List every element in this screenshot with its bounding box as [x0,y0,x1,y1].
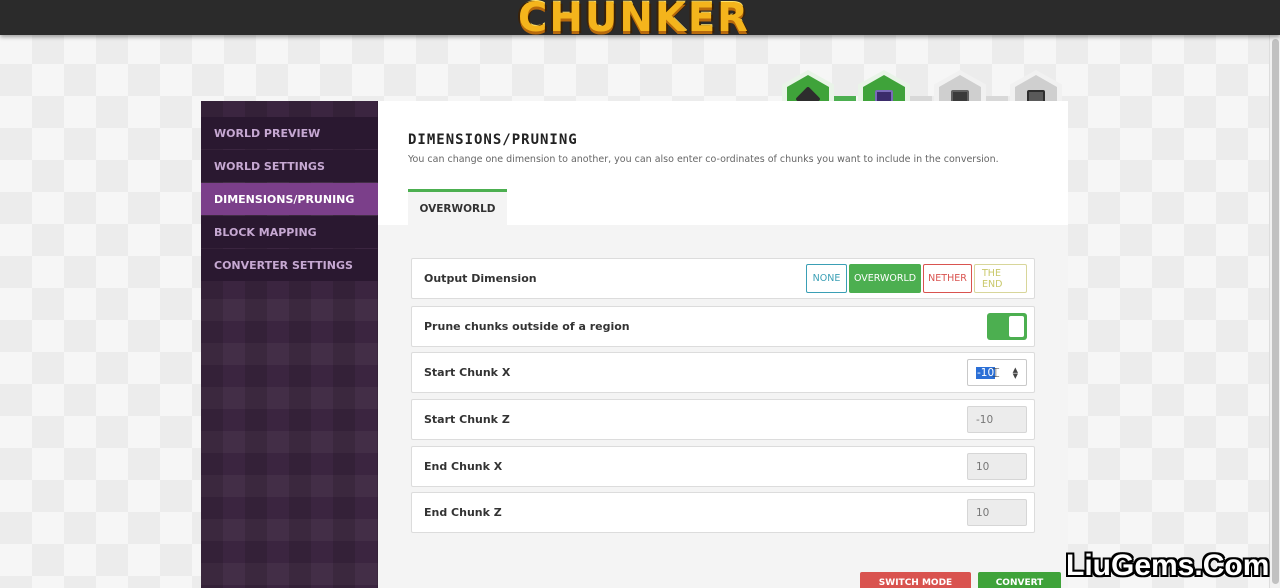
scrollbar-thumb[interactable] [1272,39,1279,584]
tab-overworld[interactable]: OVERWORLD [408,189,507,225]
convert-button[interactable]: CONVERT [978,572,1061,588]
sidebar-item-block-mapping[interactable]: BLOCK MAPPING [201,216,378,248]
dimension-selector: NONE OVERWORLD NETHER THE END [806,264,1027,293]
toggle-knob [1009,316,1024,337]
text-cursor-icon: ⌶ [992,366,1000,381]
start-chunk-z-label: Start Chunk Z [424,413,510,426]
sidebar-item-dimensions-pruning[interactable]: DIMENSIONS/PRUNING [201,183,388,215]
sidebar-item-world-settings[interactable]: WORLD SETTINGS [201,150,378,182]
sidebar: WORLD PREVIEW WORLD SETTINGS DIMENSIONS/… [201,101,388,588]
start-chunk-z-row: Start Chunk Z -10 [411,399,1035,440]
number-spinner-icon[interactable]: ▲ ▼ [1013,367,1018,380]
dimension-the-end-button[interactable]: THE END [974,264,1027,293]
dimension-nether-button[interactable]: NETHER [923,264,972,293]
page-title: DIMENSIONS/PRUNING [408,132,578,148]
output-dimension-label: Output Dimension [424,272,537,285]
end-chunk-x-label: End Chunk X [424,460,503,473]
end-chunk-z-row: End Chunk Z 10 [411,492,1035,533]
page-scrollbar[interactable] [1269,35,1280,588]
output-dimension-row: Output Dimension NONE OVERWORLD NETHER T… [411,258,1035,299]
dimension-overworld-button[interactable]: OVERWORLD [849,264,921,293]
start-chunk-x-label: Start Chunk X [424,366,511,379]
sidebar-item-world-preview[interactable]: WORLD PREVIEW [201,117,378,149]
page-description: You can change one dimension to another,… [408,154,999,165]
chunker-logo: CHUNKER [518,0,750,41]
dimension-none-button[interactable]: NONE [806,264,847,293]
main-panel: DIMENSIONS/PRUNING You can change one di… [378,101,1068,588]
end-chunk-z-label: End Chunk Z [424,506,502,519]
end-chunk-x-input[interactable]: 10 [967,453,1027,480]
sidebar-item-converter-settings[interactable]: CONVERTER SETTINGS [201,249,378,281]
prune-row: Prune chunks outside of a region [411,306,1035,347]
start-chunk-x-input[interactable]: -10 ⌶ ▲ ▼ [967,359,1027,386]
start-chunk-z-input[interactable]: -10 [967,406,1027,433]
main-header: DIMENSIONS/PRUNING You can change one di… [378,101,1068,225]
prune-label: Prune chunks outside of a region [424,320,630,333]
switch-mode-button[interactable]: SWITCH MODE [860,572,971,588]
end-chunk-x-row: End Chunk X 10 [411,446,1035,487]
watermark: LiuGems.Com [1066,549,1270,582]
end-chunk-z-input[interactable]: 10 [967,499,1027,526]
prune-toggle[interactable] [987,313,1027,340]
start-chunk-x-row: Start Chunk X -10 ⌶ ▲ ▼ [411,352,1035,393]
